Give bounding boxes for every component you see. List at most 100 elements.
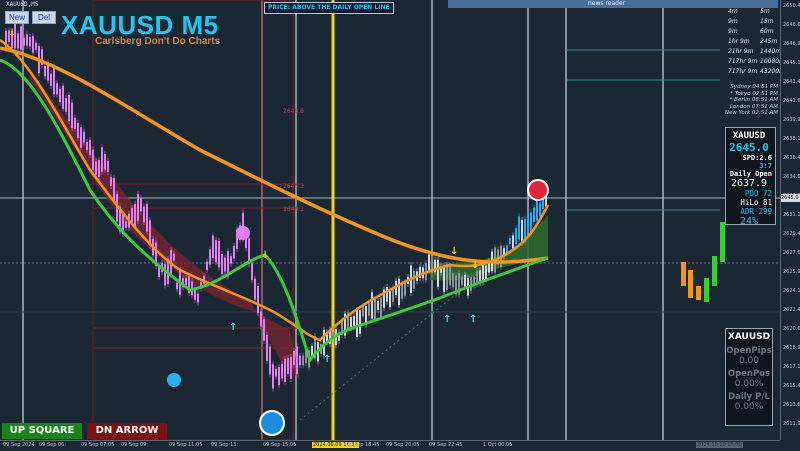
price-tick: 2613.65 — [783, 402, 800, 408]
timeframe-remaining: 9m — [728, 28, 738, 35]
svg-text:↓: ↓ — [8, 28, 16, 39]
sell-signal-dot — [236, 226, 250, 240]
price-banner: PRICE: ABOVE THE DAILY OPEN LINE — [264, 2, 394, 14]
open-pips-label: OpenPips — [726, 346, 772, 356]
time-tick: 09 Sep 13: — [211, 442, 239, 448]
svg-text:↓: ↓ — [471, 260, 479, 271]
price-tick: 2622.40 — [783, 307, 800, 313]
info-spread: SPD:2.6 — [742, 154, 772, 162]
svg-text:↓: ↓ — [450, 246, 458, 257]
ma-green — [0, 58, 549, 364]
buy-signal-dot — [167, 373, 181, 387]
price-tick: 2645.15 — [783, 60, 800, 66]
time-tick: 09 Sep 07:05 — [81, 442, 115, 448]
ma-orange-fast — [0, 38, 550, 342]
info-daily-open-label: Daily Open — [729, 170, 772, 178]
timeframe-period: 5m — [760, 8, 770, 15]
price-tick: 2638.15 — [783, 136, 800, 142]
open-pips-value: 0.00 — [738, 356, 760, 366]
info-daily-open: 2637.9 — [730, 178, 768, 189]
svg-text:↑: ↑ — [323, 354, 331, 365]
time-axis: 09 Sep 2024 09 Sep 06: 09 Sep 07:05 09 Sep … — [0, 440, 780, 451]
bearish-band — [30, 70, 300, 380]
timeframe-period: 15m — [760, 18, 774, 25]
price-axis: 2650.40 2648.65 2646.90 2645.15 2643.40 2641.… — [780, 0, 800, 440]
up-square-button[interactable]: UP SQUARE — [2, 423, 82, 439]
time-tick: 09 Sep 09: — [121, 442, 149, 448]
price-tick: 2643.40 — [783, 79, 800, 85]
daily-pl-label: Daily P/L — [728, 392, 770, 402]
price-tick: 2625.90 — [783, 269, 800, 275]
timeframe-period: 1440m — [760, 48, 782, 55]
account-symbol: XAUUSD — [727, 332, 771, 342]
price-tick: 2620.65 — [783, 326, 800, 332]
price-tick: 2624.15 — [783, 288, 800, 294]
svg-text:↑: ↑ — [229, 322, 237, 333]
svg-text:↑: ↑ — [469, 314, 477, 325]
timeframe-period: 245m — [760, 38, 778, 45]
timeframe-remaining: 717hr 9m — [728, 58, 758, 65]
svg-text:2648.8: 2648.8 — [283, 108, 304, 115]
time-tick: 09 Sep 15:05 — [263, 442, 297, 448]
price-tick: 2648.65 — [783, 22, 800, 28]
timeframe-panel: 4m 5m 9m 15m 9m 60m 1hr 9m 245m 21hr 9m 1440m 717h… — [700, 8, 785, 78]
svg-text:2640.1: 2640.1 — [283, 206, 304, 213]
account-panel: XAUUSD OpenPips 0.00 OpenPos 0.00% Daily… — [725, 328, 773, 426]
news-reader-bar[interactable]: news reader — [448, 0, 778, 8]
info-pct: 24% — [739, 216, 759, 227]
time-tick: 09 Sep 11:05 — [169, 442, 203, 448]
daily-pl-value: 0.00% — [734, 402, 764, 412]
price-chart[interactable]: ↑ ↑ ↑ ↑ ↓ ↓ ↓ ↓ 2648.8 2645.3 2640.1 — [0, 0, 800, 450]
info-ratio: 3:7 — [759, 162, 772, 170]
price-tick: 2650.40 — [783, 3, 800, 9]
price-tick: 2627.65 — [783, 250, 800, 256]
time-tick: 1 Oct 00:05 — [483, 442, 513, 448]
info-price: 2645.0 — [729, 141, 769, 154]
timeframe-remaining: 717hr 9m — [728, 68, 758, 75]
future-candles — [681, 222, 725, 302]
current-price-tag: 2645.0 — [781, 194, 800, 202]
sell-signal-big — [527, 179, 549, 201]
price-tick: 2634.65 — [783, 174, 800, 180]
time-tick: 09 Sep 22:45 — [429, 442, 463, 448]
price-info-panel: XAUUSD 2645.0 SPD:2.6 3:7 Daily Open 263… — [725, 127, 776, 227]
time-tick: 09 Sep 20:05 — [386, 442, 420, 448]
price-tick: 2631.15 — [783, 212, 800, 218]
news-reader-label: news reader — [588, 0, 626, 7]
dn-arrow-button[interactable]: DN ARROW — [87, 423, 167, 439]
info-adr: ADR 299 — [740, 207, 772, 216]
svg-text:2645.3: 2645.3 — [283, 183, 304, 190]
price-tick: 2646.90 — [783, 41, 800, 47]
price-tick: 2618.90 — [783, 345, 800, 351]
timeframe-period: 60m — [760, 28, 774, 35]
price-tick: 2617.15 — [783, 364, 800, 370]
price-tick: 2615.40 — [783, 383, 800, 389]
new-button[interactable]: New — [5, 11, 29, 24]
timeframe-remaining: 4m — [728, 8, 738, 15]
svg-text:↑: ↑ — [443, 314, 451, 325]
timeframe-remaining: 21hr 9m — [728, 48, 754, 55]
time-tick: 09 Sep 06: — [39, 442, 67, 448]
time-tick: 09 Sep 18:45 — [346, 442, 380, 448]
open-pos-value: 0.00% — [734, 379, 764, 389]
delete-button[interactable]: Del — [32, 11, 56, 24]
timeframe-remaining: 1hr 9m — [728, 38, 750, 45]
session-newyork: New York 02:51 AM — [724, 110, 778, 116]
timeframe-remaining: 9m — [728, 18, 738, 25]
open-pos-label: OpenPos — [727, 369, 771, 379]
buy-signal-big — [259, 410, 285, 436]
time-tick: 2024.10.10 15:00 — [696, 442, 743, 448]
price-tick: 2641.65 — [783, 98, 800, 104]
price-tick: 2639.90 — [783, 117, 800, 123]
svg-text:↓: ↓ — [261, 250, 269, 261]
price-tick: 2629.40 — [783, 231, 800, 237]
info-symbol: XAUUSD — [732, 131, 766, 141]
session-clock: Sydney 04:51 PM * Tokyo 02:51 PM * Berli… — [700, 84, 778, 117]
price-tick: 2636.40 — [783, 155, 800, 161]
chart-subtitle: Carlsberg Don't Do Charts — [95, 36, 221, 47]
info-pdo: PDO 72 — [744, 189, 772, 198]
time-tick: 09 Sep 2024 — [3, 442, 35, 448]
info-hilo: HiLo 81 — [740, 198, 772, 207]
price-tick: 2611.90 — [783, 421, 800, 427]
window-title: XAUUSD,M5 — [6, 1, 39, 8]
